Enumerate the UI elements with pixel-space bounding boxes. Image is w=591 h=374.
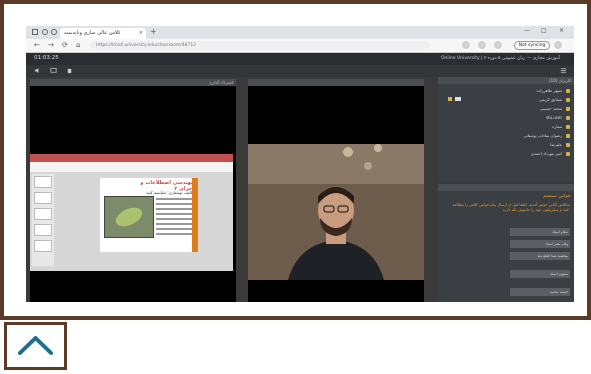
slide-image (104, 196, 154, 238)
current-slide: مهندسی اصطلاحات و اجزای ۲ تکلیف نوشتاری:… (100, 178, 198, 252)
users-panel: کاربران (10) سپهر طاهرزاده شقایق کریمی م… (438, 77, 574, 181)
user-item[interactable]: رضوان سادات بوستانی (523, 133, 562, 138)
menu-icon[interactable] (560, 67, 567, 74)
minimize-icon[interactable]: — (524, 27, 530, 34)
user-icon (566, 98, 570, 102)
chat-panel: قوانین سیستم به‌کلاس آنلاین خوش آمدید. ل… (438, 184, 574, 302)
session-timer: 01:03:25 (34, 55, 59, 61)
slide-text-block (156, 198, 194, 246)
user-item[interactable]: شقایق کریمی (539, 97, 562, 102)
user-icon (566, 134, 570, 138)
maximize-icon[interactable]: □ (541, 27, 547, 34)
url-input[interactable]: https://lms4.university.edu/classroom/48… (90, 41, 430, 50)
slide-thumbnails (32, 174, 54, 266)
chat-notice-title: قوانین سیستم (543, 194, 570, 199)
chevron-up-icon (18, 336, 53, 355)
hand-raise-icon[interactable] (66, 67, 73, 74)
close-window-icon[interactable]: × (559, 27, 564, 34)
chat-message: سلام استاد (510, 228, 570, 236)
user-item[interactable]: سپهر طاهرزاده (536, 88, 562, 93)
slide-subtitle: تکلیف نوشتاری: مقایسه کنید (146, 190, 194, 195)
sync-button[interactable]: Not syncing (514, 41, 550, 50)
screenshot-frame: کلاس عالی سازی ونابه‌نمبه × + — □ × ← → … (0, 0, 591, 320)
user-icon (566, 152, 570, 156)
instructor-video (248, 144, 424, 280)
browser-tab[interactable]: کلاس عالی سازی ونابه‌نمبه × (60, 28, 146, 39)
powerpoint-ribbon (30, 154, 233, 162)
browser-tab-bar: کلاس عالی سازی ونابه‌نمبه × + — □ × (26, 26, 574, 39)
classroom-toolbar (26, 65, 574, 77)
user-icon (566, 116, 570, 120)
close-tab-icon[interactable]: × (139, 28, 143, 39)
slide-thumbnail[interactable] (34, 192, 52, 204)
user-item[interactable]: علیرضا (550, 142, 562, 147)
chat-message: ببخشید صدا قطع شد (510, 252, 570, 260)
slide-thumbnail[interactable] (34, 224, 52, 236)
screenshot: کلاس عالی سازی ونابه‌نمبه × + — □ × ← → … (26, 26, 574, 302)
user-icon (566, 89, 570, 93)
window-menu-icon[interactable] (32, 29, 38, 35)
history-icon[interactable] (42, 29, 48, 35)
chat-message: ممنون استاد (510, 270, 570, 278)
chat-panel-header (438, 184, 574, 191)
camera-icon (455, 97, 461, 101)
camera-pane-header (248, 79, 424, 86)
user-icon (566, 125, 570, 129)
collections-icon[interactable] (494, 41, 502, 49)
user-icon (566, 107, 570, 111)
slide-thumbnail[interactable] (34, 208, 52, 220)
new-tab-button[interactable]: + (150, 27, 157, 36)
presentation-pane-header: اشتراک گذاری (30, 79, 236, 86)
instructor-video-frame (248, 144, 424, 280)
slide-thumbnail[interactable] (34, 176, 52, 188)
extensions-icon[interactable] (478, 41, 486, 49)
home-icon[interactable]: ⌂ (76, 41, 80, 49)
chat-notice-text: به‌کلاس آنلاین خوش آمدید. لطفا قبل از ار… (452, 202, 570, 212)
tab-title: کلاس عالی سازی ونابه‌نمبه (64, 30, 121, 36)
speaker-icon[interactable] (34, 67, 41, 74)
favorites-icon[interactable] (462, 41, 470, 49)
slide-accent-bar (192, 178, 198, 252)
chat-message: خسته نباشید (510, 288, 570, 296)
chat-message: وقت بخیر استاد (510, 240, 570, 248)
slide-thumbnail[interactable] (34, 240, 52, 252)
address-bar-row: ← → ⟳ ⌂ https://lms4.university.edu/clas… (26, 39, 574, 53)
user-item[interactable]: ستاره (552, 124, 562, 129)
app-header: 01:03:25 Online University | آموزش مجازی… (26, 53, 574, 65)
tabs-icon[interactable] (51, 29, 57, 35)
user-item[interactable]: امیر مهرداد احمدی (531, 151, 562, 156)
users-panel-header: کاربران (10) (438, 77, 574, 84)
scroll-up-button[interactable] (4, 322, 67, 370)
reload-icon[interactable]: ⟳ (62, 41, 68, 49)
user-icon (566, 143, 570, 147)
mic-icon (448, 97, 452, 101)
shared-slide-window: مهندسی اصطلاحات و اجزای ۲ تکلیف نوشتاری:… (30, 154, 233, 271)
app-title: Online University | آموزش مجازی — زبان ع… (440, 56, 560, 61)
powerpoint-toolbar (30, 162, 233, 172)
profile-icon[interactable] (554, 41, 562, 49)
forward-icon[interactable]: → (48, 41, 54, 49)
user-item[interactable]: محمد حسینی (540, 106, 562, 111)
user-item[interactable]: stu.user (546, 115, 562, 120)
presentation-pane-title: اشتراک گذاری (208, 80, 233, 85)
users-count: کاربران (10) (549, 78, 571, 83)
back-icon[interactable]: ← (34, 41, 40, 49)
screen-share-icon[interactable] (50, 67, 57, 74)
